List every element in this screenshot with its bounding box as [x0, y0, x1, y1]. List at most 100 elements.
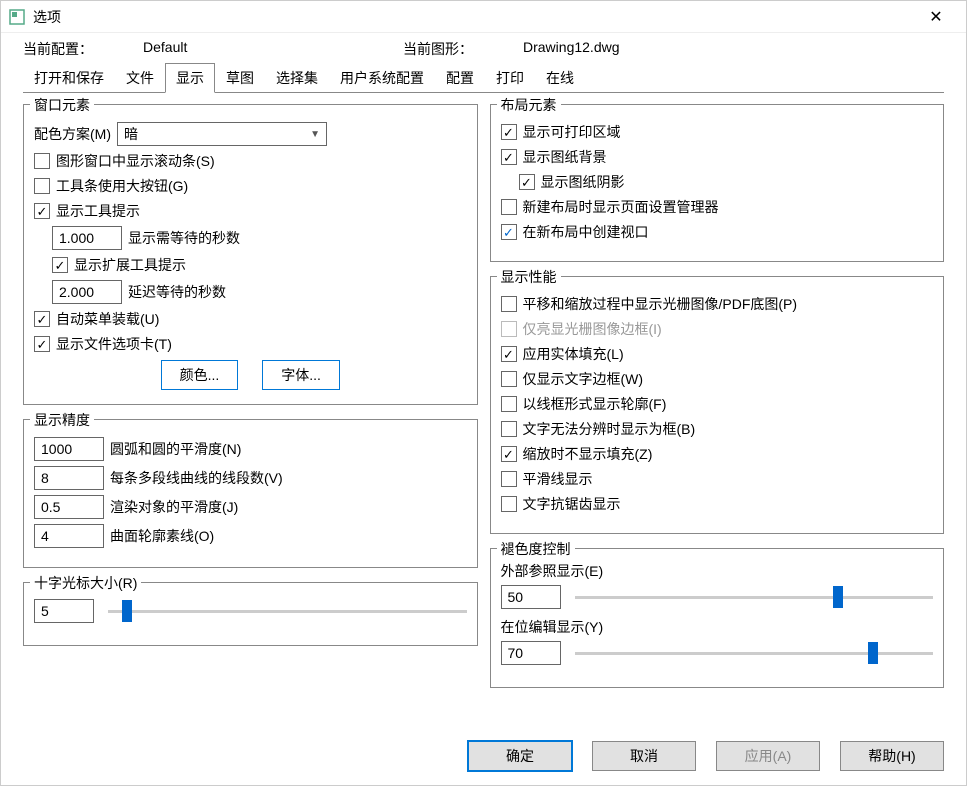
checkbox-scrollbars[interactable] [34, 153, 50, 169]
input-surface-contours[interactable] [34, 524, 104, 548]
label-ext-tooltip-seconds: 延迟等待的秒数 [128, 282, 226, 302]
label-inplace-fade: 在位编辑显示(Y) [501, 617, 934, 637]
checkbox-wire-frame[interactable] [501, 396, 517, 412]
tab-open-save[interactable]: 打开和保存 [23, 63, 115, 93]
label-pan-zoom-raster: 平移和缩放过程中显示光栅图像/PDF底图(P) [523, 294, 798, 314]
label-text-frame: 仅显示文字边框(W) [523, 369, 644, 389]
colors-button[interactable]: 颜色... [161, 360, 239, 390]
legend-fade-control: 褪色度控制 [497, 539, 575, 559]
checkbox-text-frame[interactable] [501, 371, 517, 387]
group-display-precision: 显示精度 圆弧和圆的平滑度(N) 每条多段线曲线的线段数(V) 渲染对象的平滑度… [23, 419, 478, 568]
group-crosshair: 十字光标大小(R) [23, 582, 478, 646]
chevron-down-icon: ▼ [310, 129, 320, 140]
group-layout-elements: 布局元素 显示可打印区域 显示图纸背景 显示图纸阴影 新建布局时显示页面设置管理… [490, 104, 945, 262]
label-paper-bg: 显示图纸背景 [523, 147, 607, 167]
tab-file[interactable]: 文件 [115, 63, 165, 93]
checkbox-big-buttons[interactable] [34, 178, 50, 194]
legend-display-performance: 显示性能 [497, 267, 561, 287]
label-text-aa: 文字抗锯齿显示 [523, 494, 621, 514]
legend-window-elements: 窗口元素 [30, 95, 94, 115]
ok-button[interactable]: 确定 [468, 741, 572, 771]
tab-selection[interactable]: 选择集 [265, 63, 329, 93]
tab-config[interactable]: 配置 [435, 63, 485, 93]
slider-crosshair[interactable] [108, 610, 467, 613]
group-fade-control: 褪色度控制 外部参照显示(E) 在位编辑显示(Y) [490, 548, 945, 688]
checkbox-paper-bg[interactable] [501, 149, 517, 165]
current-config-label: 当前配置： [23, 39, 143, 59]
label-raster-frame: 仅亮显光栅图像边框(I) [523, 319, 662, 339]
label-xref-fade: 外部参照显示(E) [501, 561, 934, 581]
slider-xref-fade[interactable] [575, 596, 934, 599]
input-polyline-segments[interactable] [34, 466, 104, 490]
label-new-viewport: 在新布局中创建视口 [523, 222, 649, 242]
slider-thumb[interactable] [833, 586, 843, 608]
input-tooltip-seconds[interactable] [52, 226, 122, 250]
current-drawing-label: 当前图形： [403, 39, 523, 59]
label-file-tabs: 显示文件选项卡(T) [56, 334, 172, 354]
label-text-box: 文字无法分辨时显示为框(B) [523, 419, 696, 439]
label-solid-fill: 应用实体填充(L) [523, 344, 624, 364]
tab-display[interactable]: 显示 [165, 63, 215, 93]
label-no-fill-zoom: 缩放时不显示填充(Z) [523, 444, 653, 464]
legend-display-precision: 显示精度 [30, 410, 94, 430]
checkbox-printable-area[interactable] [501, 124, 517, 140]
legend-layout-elements: 布局元素 [497, 95, 561, 115]
cancel-button[interactable]: 取消 [592, 741, 696, 771]
checkbox-solid-fill[interactable] [501, 346, 517, 362]
label-paper-shadow: 显示图纸阴影 [541, 172, 625, 192]
current-drawing-value: Drawing12.dwg [523, 39, 783, 59]
legend-crosshair: 十字光标大小(R) [30, 573, 141, 593]
tab-print[interactable]: 打印 [485, 63, 535, 93]
tab-online[interactable]: 在线 [535, 63, 585, 93]
tab-user[interactable]: 用户系统配置 [329, 63, 435, 93]
checkbox-file-tabs[interactable] [34, 336, 50, 352]
label-wire-frame: 以线框形式显示轮廓(F) [523, 394, 667, 414]
color-scheme-label: 配色方案(M) [34, 124, 111, 144]
slider-inplace-fade[interactable] [575, 652, 934, 655]
slider-thumb[interactable] [868, 642, 878, 664]
group-window-elements: 窗口元素 配色方案(M) 暗 ▼ 图形窗口中显示滚动条(S) 工具条使用大按钮(… [23, 104, 478, 405]
help-button[interactable]: 帮助(H) [840, 741, 944, 771]
app-icon [9, 9, 25, 25]
label-pagesetup-mgr: 新建布局时显示页面设置管理器 [523, 197, 719, 217]
slider-thumb[interactable] [122, 600, 132, 622]
checkbox-auto-menu[interactable] [34, 311, 50, 327]
input-arc-smoothness[interactable] [34, 437, 104, 461]
checkbox-new-viewport[interactable] [501, 224, 517, 240]
label-ext-tooltips: 显示扩展工具提示 [74, 255, 186, 275]
color-scheme-value: 暗 [124, 124, 138, 144]
input-xref-fade[interactable] [501, 585, 561, 609]
group-display-performance: 显示性能 平移和缩放过程中显示光栅图像/PDF底图(P) 仅亮显光栅图像边框(I… [490, 276, 945, 534]
current-config-value: Default [143, 39, 403, 59]
window-title: 选项 [33, 7, 914, 27]
input-render-smoothness[interactable] [34, 495, 104, 519]
fonts-button[interactable]: 字体... [262, 360, 340, 390]
checkbox-raster-frame [501, 321, 517, 337]
checkbox-text-box[interactable] [501, 421, 517, 437]
input-inplace-fade[interactable] [501, 641, 561, 665]
apply-button[interactable]: 应用(A) [716, 741, 820, 771]
tab-sketch[interactable]: 草图 [215, 63, 265, 93]
checkbox-pan-zoom-raster[interactable] [501, 296, 517, 312]
checkbox-no-fill-zoom[interactable] [501, 446, 517, 462]
input-crosshair-size[interactable] [34, 599, 94, 623]
checkbox-tooltips[interactable] [34, 203, 50, 219]
label-printable-area: 显示可打印区域 [523, 122, 621, 142]
checkbox-text-aa[interactable] [501, 496, 517, 512]
label-polyline-segments: 每条多段线曲线的线段数(V) [110, 468, 283, 488]
color-scheme-select[interactable]: 暗 ▼ [117, 122, 327, 146]
label-arc-smoothness: 圆弧和圆的平滑度(N) [110, 439, 241, 459]
label-surface-contours: 曲面轮廓素线(O) [110, 526, 214, 546]
input-ext-tooltip-seconds[interactable] [52, 280, 122, 304]
label-big-buttons: 工具条使用大按钮(G) [56, 176, 188, 196]
label-auto-menu: 自动菜单装载(U) [56, 309, 159, 329]
label-tooltips: 显示工具提示 [56, 201, 140, 221]
checkbox-paper-shadow[interactable] [519, 174, 535, 190]
checkbox-ext-tooltips[interactable] [52, 257, 68, 273]
checkbox-pagesetup-mgr[interactable] [501, 199, 517, 215]
label-smooth-line: 平滑线显示 [523, 469, 593, 489]
label-scrollbars: 图形窗口中显示滚动条(S) [56, 151, 215, 171]
close-button[interactable]: ✕ [914, 1, 958, 33]
checkbox-smooth-line[interactable] [501, 471, 517, 487]
label-render-smoothness: 渲染对象的平滑度(J) [110, 497, 238, 517]
